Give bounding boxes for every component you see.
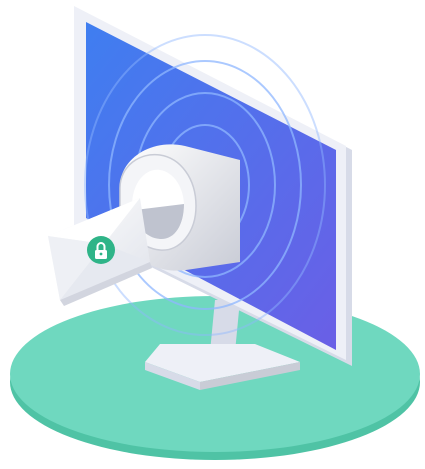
lock-icon [87,236,115,264]
secure-email-illustration [10,6,420,460]
illustration-scene [0,0,425,469]
